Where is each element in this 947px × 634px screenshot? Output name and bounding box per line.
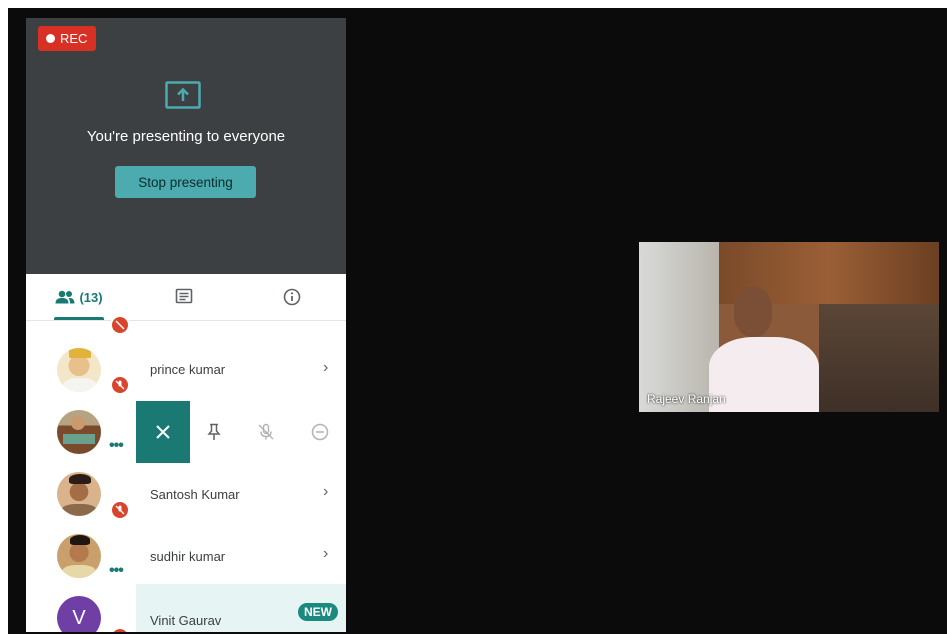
- meeting-screen: REC You're presenting to everyone Stop p…: [8, 8, 947, 634]
- record-dot-icon: [46, 34, 55, 43]
- participant-name: Vinit Gaurav: [150, 613, 222, 628]
- participant-row[interactable]: prince kumar ›: [26, 339, 346, 401]
- new-badge: NEW: [298, 603, 338, 621]
- remove-icon: [311, 423, 329, 441]
- more-options-icon[interactable]: •••: [109, 562, 124, 580]
- chevron-right-icon[interactable]: ›: [323, 483, 328, 501]
- mute-participant-button[interactable]: [253, 419, 279, 445]
- stop-presenting-button[interactable]: Stop presenting: [115, 166, 256, 198]
- people-icon: [55, 290, 75, 304]
- info-icon: [283, 288, 301, 306]
- mic-off-icon: [110, 500, 130, 520]
- mic-off-icon: [110, 627, 130, 632]
- more-options-icon[interactable]: •••: [109, 437, 124, 455]
- mic-off-icon: [258, 423, 274, 440]
- presenting-message: You're presenting to everyone: [86, 128, 286, 145]
- present-screen-icon: [165, 81, 201, 109]
- people-count: (13): [79, 289, 103, 305]
- chat-icon: [175, 288, 193, 304]
- participant-row[interactable]: ••• sudhir kumar ›: [26, 525, 346, 587]
- bookshelf-background: [819, 304, 939, 412]
- recording-label: REC: [60, 31, 88, 46]
- tab-info[interactable]: [274, 274, 310, 320]
- presenting-panel: REC You're presenting to everyone Stop p…: [26, 18, 346, 274]
- recording-indicator: REC: [38, 26, 97, 51]
- avatar: V: [57, 596, 101, 632]
- pin-button[interactable]: [201, 419, 227, 445]
- avatar: [57, 472, 101, 516]
- panel-tabs: (13): [26, 274, 346, 321]
- close-icon: [156, 425, 170, 439]
- participant-name: sudhir kumar: [150, 549, 226, 564]
- mic-off-icon: [110, 315, 130, 335]
- wall-background: [639, 242, 719, 412]
- participant-video-name: Rajeev Ranjan: [647, 392, 726, 406]
- remove-participant-button[interactable]: [307, 419, 333, 445]
- avatar: [57, 410, 101, 454]
- participant-row[interactable]: Santosh Kumar ›: [26, 463, 346, 525]
- video-tile[interactable]: Rajeev Ranjan: [639, 242, 939, 412]
- participant-actions-bar: [136, 401, 346, 463]
- phone-panel: REC You're presenting to everyone Stop p…: [26, 18, 346, 632]
- tab-people[interactable]: (13): [44, 274, 114, 320]
- avatar-initial: V: [72, 606, 86, 629]
- participant-name: prince kumar: [150, 362, 226, 377]
- avatar: [57, 534, 101, 578]
- chevron-right-icon[interactable]: ›: [323, 359, 328, 377]
- chevron-right-icon[interactable]: ›: [323, 545, 328, 563]
- pin-icon: [207, 423, 221, 440]
- tab-chat[interactable]: [166, 274, 202, 320]
- avatar: [57, 348, 101, 392]
- person-head: [734, 287, 772, 337]
- participant-name: Santosh Kumar: [150, 487, 240, 502]
- active-tab-indicator: [54, 317, 104, 320]
- mic-off-icon: [110, 375, 130, 395]
- close-actions-button[interactable]: [136, 401, 190, 463]
